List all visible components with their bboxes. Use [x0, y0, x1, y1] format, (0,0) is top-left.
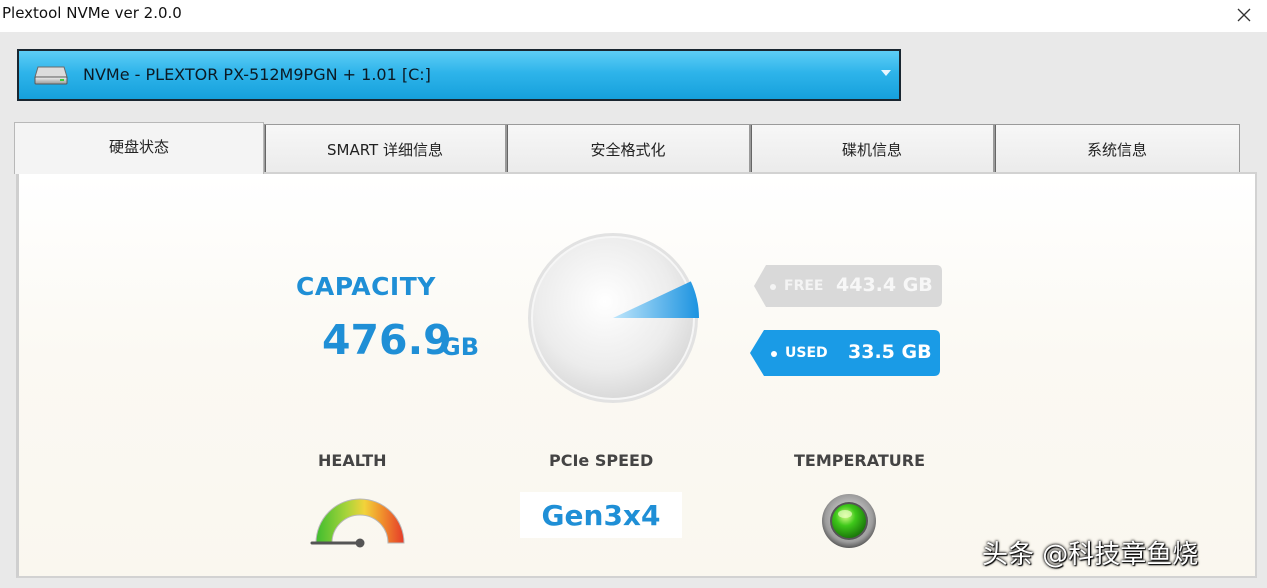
title-bar: Plextool NVMe ver 2.0.0	[0, 0, 1267, 32]
tab-smart-details[interactable]: SMART 详细信息	[264, 124, 506, 172]
tab-system-info[interactable]: 系统信息	[994, 124, 1240, 172]
capacity-unit: GB	[441, 333, 479, 361]
pcie-speed-title: PCIe SPEED	[549, 451, 654, 470]
free-label: FREE	[784, 278, 824, 294]
health-title: HEALTH	[318, 451, 387, 470]
watermark-text: 头条 @科技章鱼烧	[982, 540, 1199, 570]
free-space-badge: FREE 443.4 GB	[754, 263, 944, 309]
tab-secure-erase[interactable]: 安全格式化	[506, 124, 750, 172]
window-title: Plextool NVMe ver 2.0.0	[2, 4, 182, 22]
used-space-badge: USED 33.5 GB	[750, 330, 942, 376]
tab-drive-info[interactable]: 碟机信息	[750, 124, 994, 172]
capacity-value: 476.9	[322, 316, 452, 364]
drive-icon	[34, 66, 68, 85]
used-label: USED	[785, 345, 828, 361]
tab-label: 碟机信息	[841, 141, 902, 159]
tab-label: 硬盘状态	[108, 138, 169, 156]
free-value: 443.4 GB	[836, 274, 933, 296]
close-button[interactable]	[1229, 2, 1259, 28]
tab-label: 安全格式化	[590, 141, 666, 159]
tab-label: SMART 详细信息	[327, 141, 443, 159]
device-selector-value: NVMe - PLEXTOR PX-512M9PGN + 1.01 [C:]	[83, 65, 431, 84]
health-gauge-icon	[310, 498, 405, 548]
tab-disk-status[interactable]: 硬盘状态	[14, 122, 264, 174]
pcie-speed-box: Gen3x4	[520, 492, 682, 538]
tab-bar: 硬盘状态 SMART 详细信息 安全格式化 碟机信息 系统信息	[14, 122, 1240, 174]
capacity-pie-chart	[528, 233, 699, 403]
free-dot-icon	[770, 284, 776, 290]
temperature-status-icon	[822, 494, 876, 548]
device-selector[interactable]: NVMe - PLEXTOR PX-512M9PGN + 1.01 [C:]	[17, 49, 901, 101]
used-value: 33.5 GB	[848, 341, 932, 363]
chevron-down-icon	[881, 70, 891, 76]
capacity-title: CAPACITY	[296, 272, 436, 301]
pcie-speed-value: Gen3x4	[541, 498, 661, 532]
used-dot-icon	[771, 351, 777, 357]
tab-label: 系统信息	[1086, 141, 1147, 159]
close-icon	[1237, 8, 1251, 22]
temperature-title: TEMPERATURE	[794, 451, 926, 470]
